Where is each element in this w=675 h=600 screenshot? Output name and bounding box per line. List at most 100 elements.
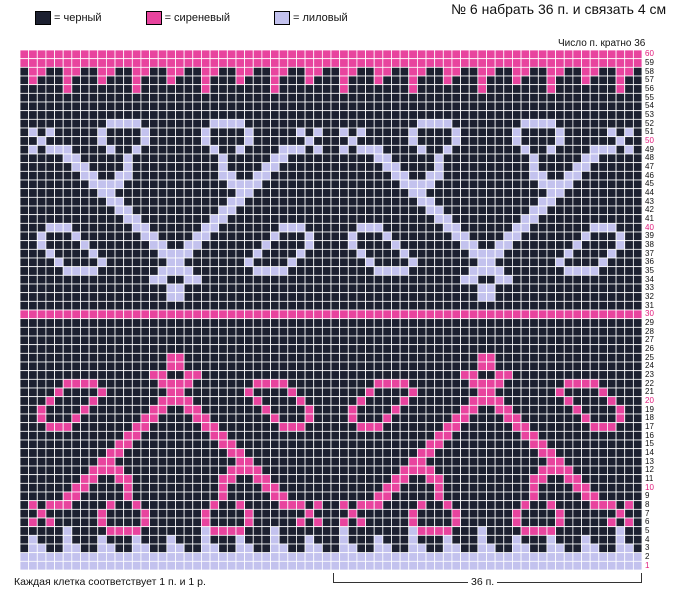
- stitch-cell: [451, 517, 461, 528]
- stitch-cell: [520, 474, 531, 484]
- stitch-cell: [45, 491, 55, 502]
- stitch-cell: [244, 292, 254, 302]
- row-number: 53: [645, 110, 654, 119]
- stitch-cell: [382, 66, 392, 77]
- stitch-cell: [425, 127, 436, 138]
- stitch-cell: [572, 292, 582, 302]
- stitch-cell: [157, 127, 168, 138]
- stitch-cell: [157, 387, 168, 398]
- stitch-cell: [157, 84, 168, 94]
- stitch-cell: [28, 170, 38, 181]
- stitch-cell: [408, 240, 418, 250]
- stitch-cell: [226, 162, 237, 172]
- stitch-cell: [598, 309, 608, 320]
- stitch-cell: [615, 222, 626, 233]
- stitch-cell: [615, 50, 626, 60]
- stitch-cell: [321, 370, 332, 380]
- stitch-cell: [321, 196, 332, 207]
- stitch-cell: [391, 222, 401, 233]
- stitch-cell: [373, 110, 384, 120]
- stitch-cell: [226, 439, 237, 450]
- stitch-cell: [503, 456, 513, 467]
- stitch-cell: [296, 257, 306, 268]
- stitch-cell: [391, 292, 401, 302]
- stitch-cell: [546, 266, 557, 276]
- stitch-cell: [296, 474, 306, 484]
- stitch-cell: [149, 534, 159, 545]
- stitch-cell: [408, 309, 418, 320]
- stitch-cell: [537, 352, 548, 363]
- stitch-cell: [140, 404, 150, 415]
- stitch-cell: [503, 248, 513, 259]
- stitch-cell: [607, 92, 617, 103]
- stitch-cell: [546, 292, 557, 302]
- stitch-cell: [313, 335, 323, 346]
- stitch-cell: [365, 474, 375, 484]
- stitch-cell: [373, 500, 384, 510]
- stitch-cell: [201, 396, 211, 406]
- stitch-cell: [468, 170, 479, 181]
- stitch-cell: [45, 274, 55, 285]
- stitch-cell: [80, 552, 90, 562]
- stitch-cell: [503, 370, 513, 380]
- stitch-cell: [140, 66, 150, 77]
- stitch-cell: [28, 335, 38, 346]
- stitch-cell: [313, 491, 323, 502]
- stitch-cell: [589, 448, 600, 458]
- stitch-cell: [408, 162, 418, 172]
- stitch-cell: [434, 413, 444, 424]
- stitch-cell: [235, 75, 246, 86]
- stitch-cell: [339, 474, 349, 484]
- stitch-cell: [494, 448, 505, 458]
- stitch-cell: [615, 526, 626, 536]
- stitch-cell: [105, 482, 116, 493]
- stitch-cell: [546, 170, 557, 181]
- stitch-cell: [36, 309, 47, 320]
- stitch-cell: [80, 248, 90, 259]
- stitch-cell: [296, 517, 306, 528]
- stitch-cell: [261, 378, 271, 389]
- stitch-cell: [321, 352, 332, 363]
- stitch-cell: [615, 326, 626, 337]
- stitch-cell: [615, 110, 626, 120]
- stitch-cell: [114, 344, 125, 354]
- legend-lilac: = лиловый: [274, 11, 348, 25]
- stitch-cell: [399, 491, 410, 502]
- stitch-cell: [408, 66, 418, 77]
- stitch-cell: [607, 222, 617, 233]
- stitch-cell: [416, 370, 427, 380]
- stitch-cell: [28, 309, 38, 320]
- stitch-cell: [235, 248, 246, 259]
- stitch-cell: [373, 439, 384, 450]
- stitch-cell: [88, 84, 99, 94]
- stitch-cell: [399, 552, 410, 562]
- stitch-cell: [36, 101, 47, 112]
- stitch-cell: [494, 75, 505, 86]
- stitch-cell: [226, 413, 237, 424]
- stitch-cell: [468, 292, 479, 302]
- stitch-cell: [54, 179, 64, 190]
- stitch-cell: [201, 387, 211, 398]
- stitch-cell: [330, 283, 341, 294]
- stitch-cell: [105, 318, 116, 328]
- stitch-cell: [615, 430, 626, 441]
- stitch-cell: [442, 482, 453, 493]
- stitch-cell: [442, 240, 453, 250]
- stitch-cell: [287, 153, 297, 164]
- stitch-cell: [347, 500, 358, 510]
- row-number: 39: [645, 231, 654, 241]
- stitch-cell: [149, 404, 159, 415]
- stitch-cell: [20, 101, 30, 112]
- stitch-cell: [512, 75, 522, 86]
- row-number: 35: [645, 266, 654, 275]
- stitch-cell: [373, 387, 384, 398]
- stitch-cell: [339, 378, 349, 389]
- stitch-cell: [304, 560, 315, 570]
- stitch-cell: [114, 283, 125, 294]
- stitch-cell: [581, 248, 591, 259]
- row-number: 30: [645, 309, 654, 319]
- stitch-cell: [382, 456, 392, 467]
- stitch-cell: [347, 552, 358, 562]
- stitch-cell: [356, 517, 366, 528]
- stitch-cell: [278, 413, 289, 424]
